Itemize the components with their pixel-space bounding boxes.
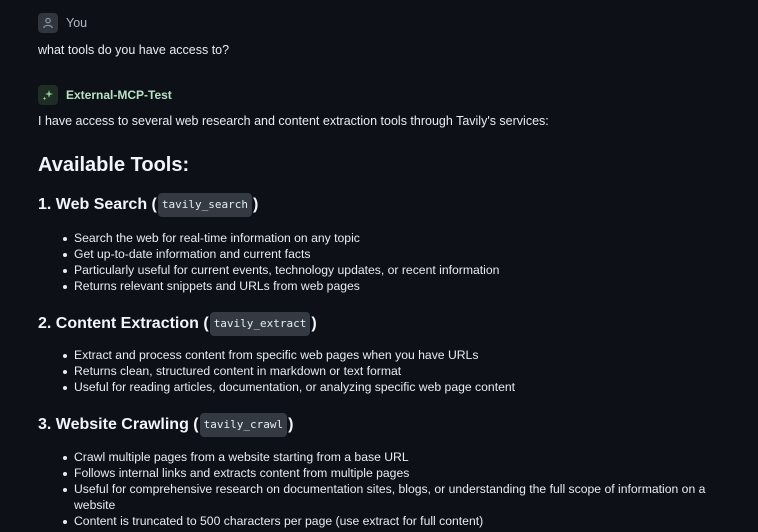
tool-code-name: tavily_extract — [209, 312, 311, 336]
tool-bullet-list: Crawl multiple pages from a website star… — [38, 449, 738, 529]
tool-bullet-list: Extract and process content from specifi… — [38, 347, 738, 395]
tool-section: 1. Web Search ( tavily_search ) Search t… — [38, 193, 738, 294]
list-item: Particularly useful for current events, … — [63, 262, 738, 278]
user-author-name: You — [66, 16, 88, 30]
person-icon — [38, 13, 58, 33]
tool-title-suffix: ) — [311, 315, 317, 332]
tool-title-suffix: ) — [252, 196, 259, 213]
list-item: Crawl multiple pages from a website star… — [63, 449, 738, 465]
available-tools-heading: Available Tools: — [38, 154, 190, 176]
tool-title: 1. Web Search ( tavily_search ) — [38, 193, 738, 217]
tool-title-text: 2. Content Extraction ( — [38, 315, 209, 332]
list-item: Returns clean, structured content in mar… — [63, 363, 738, 379]
list-item: Returns relevant snippets and URLs from … — [63, 278, 738, 294]
list-item: Content is truncated to 500 characters p… — [63, 513, 738, 529]
list-item: Follows internal links and extracts cont… — [63, 465, 738, 481]
list-item: Search the web for real-time information… — [63, 230, 738, 246]
tool-title-text: 1. Web Search ( — [38, 196, 157, 213]
assistant-message: External-MCP-Test I have access to sever… — [38, 85, 738, 529]
user-message-header: You — [38, 13, 738, 33]
list-item: Get up-to-date information and current f… — [63, 246, 738, 262]
list-item: Extract and process content from specifi… — [63, 347, 738, 363]
user-message: You what tools do you have access to? — [38, 0, 738, 58]
tool-section: 2. Content Extraction ( tavily_extract )… — [38, 312, 738, 395]
tool-code-name: tavily_search — [157, 193, 252, 217]
tool-title: 3. Website Crawling ( tavily_crawl ) — [38, 413, 738, 437]
list-item: Useful for comprehensive research on doc… — [63, 481, 738, 513]
assistant-author-name: External-MCP-Test — [66, 88, 172, 102]
assistant-message-header: External-MCP-Test — [38, 85, 738, 105]
tool-section: 3. Website Crawling ( tavily_crawl ) Cra… — [38, 413, 738, 529]
chat-transcript: You what tools do you have access to? Ex… — [0, 0, 758, 532]
assistant-intro-text: I have access to several web research an… — [38, 114, 549, 128]
tool-title-suffix: ) — [288, 416, 294, 433]
tool-bullet-list: Search the web for real-time information… — [38, 230, 738, 294]
sparkle-icon — [38, 85, 58, 105]
tool-title-text: 3. Website Crawling ( — [38, 416, 199, 433]
user-message-text: what tools do you have access to? — [38, 43, 230, 57]
tool-code-name: tavily_crawl — [199, 413, 288, 437]
tool-title: 2. Content Extraction ( tavily_extract ) — [38, 312, 738, 336]
list-item: Useful for reading articles, documentati… — [63, 379, 738, 395]
